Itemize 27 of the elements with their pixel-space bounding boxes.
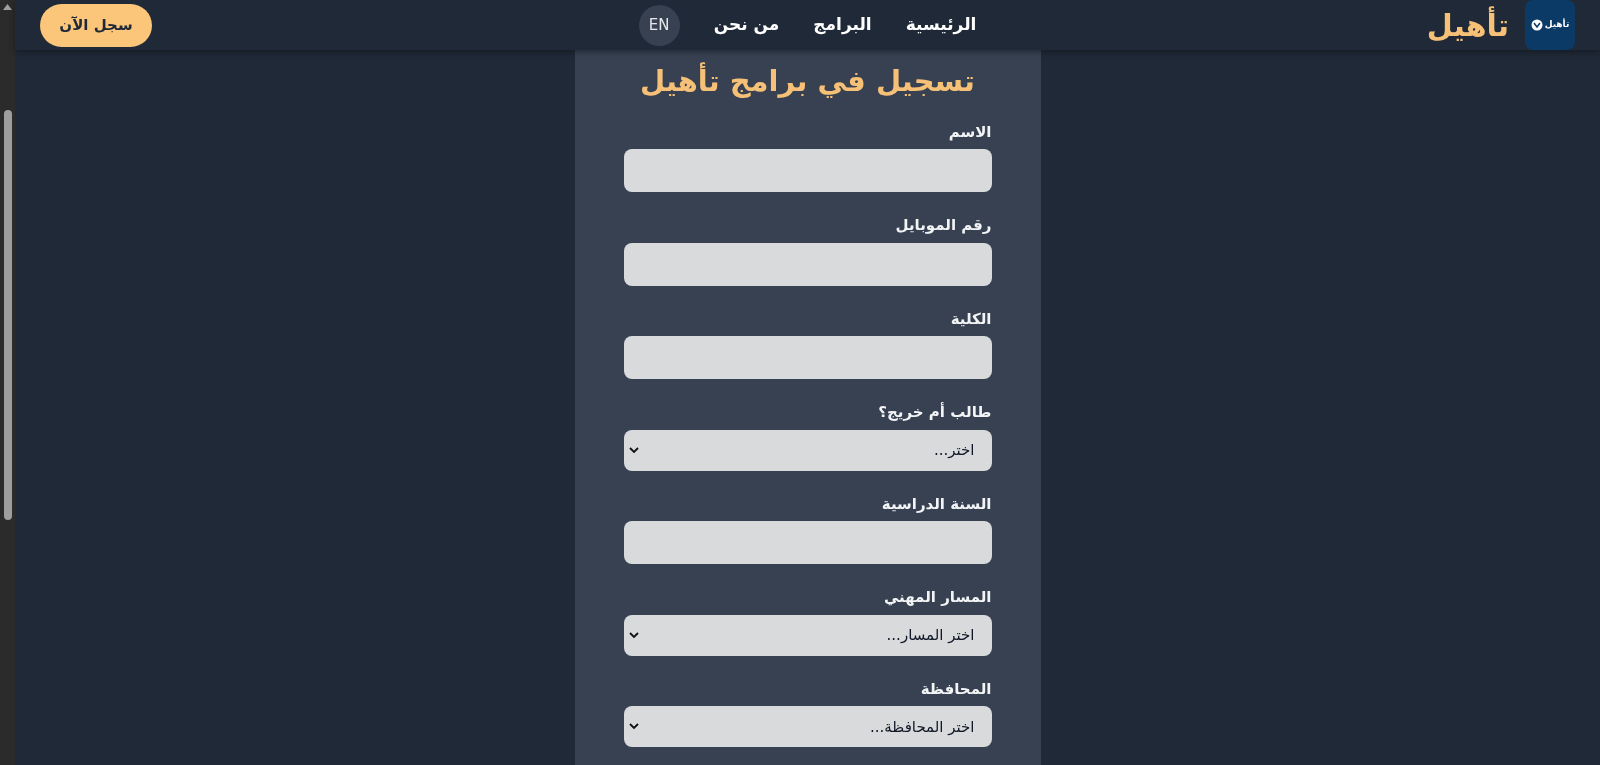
nav-link[interactable]: البرامج [813, 12, 872, 38]
logo[interactable]: تأهيل [1525, 0, 1575, 50]
scrollbar[interactable] [0, 0, 15, 765]
form-title: تسجيل في برامج تأهيل [639, 64, 976, 99]
input-field[interactable] [623, 336, 992, 380]
input-field[interactable] [623, 149, 992, 193]
dropdown[interactable]: اختر المسار... [623, 614, 992, 656]
chevron-down-icon [628, 446, 639, 454]
language-button[interactable]: EN [638, 4, 680, 46]
chevron-down-icon [628, 723, 639, 731]
dropdown[interactable]: اختر المحافظة... [623, 706, 992, 748]
input-field[interactable] [623, 242, 992, 286]
register-button[interactable]: سجل الآن [40, 3, 152, 47]
field-label: الكلية [949, 308, 992, 330]
field-label: المسار المهني [882, 587, 992, 609]
nav-link[interactable]: الرئيسية [905, 12, 977, 38]
brand-name: تأهيل [1426, 5, 1509, 45]
field-label: المحافظة [919, 678, 992, 700]
field-label: طالب أم خريج؟ [877, 401, 992, 424]
field-label: رقم الموبايل [894, 215, 992, 237]
dropdown[interactable]: اختر... [623, 429, 992, 471]
nav-link[interactable]: من نحن [713, 12, 780, 38]
chevron-down-icon [628, 631, 639, 639]
scroll-up-arrow-icon[interactable] [3, 4, 12, 10]
input-field[interactable] [623, 521, 992, 565]
field-label: الاسم [947, 121, 992, 143]
field-label: السنة الدراسية [880, 493, 992, 515]
